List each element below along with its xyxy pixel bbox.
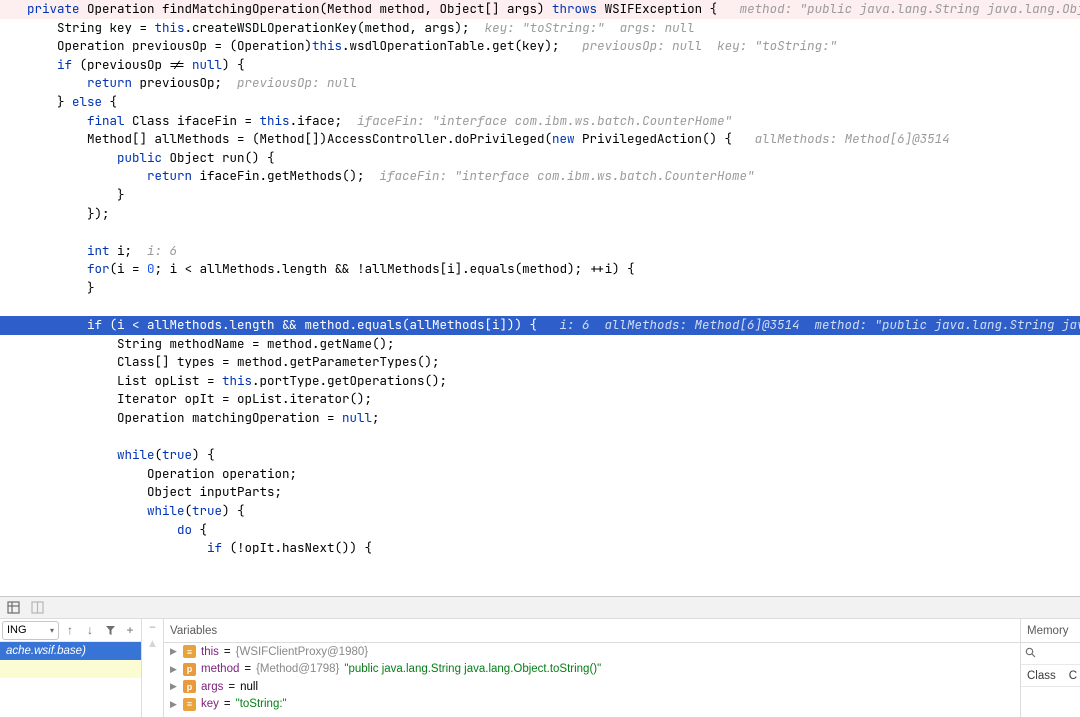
code-line[interactable]: List opList = this.portType.getOperation… [0,372,1080,391]
code-line[interactable]: } [0,279,1080,298]
code-line[interactable]: while(true) { [0,446,1080,465]
expand-arrow-icon[interactable]: ▶ [170,681,178,692]
table-view-icon[interactable] [6,601,20,615]
code-line[interactable]: String key = this.createWSDLOperationKey… [0,19,1080,38]
code-line[interactable]: }); [0,205,1080,224]
code-line[interactable]: while(true) { [0,502,1080,521]
debug-panel: ING ▾ ↑ ↓ + ache.wsif.base) − ▲ Variable… [0,596,1080,717]
code-line[interactable]: } else { [0,93,1080,112]
variable-kind-icon: ≡ [183,698,196,711]
filter-icon[interactable] [101,621,119,640]
code-line[interactable]: if (!opIt.hasNext()) { [0,539,1080,558]
code-line[interactable]: Operation previousOp = (Operation)this.w… [0,37,1080,56]
add-icon[interactable]: + [121,621,139,640]
stack-frame[interactable] [0,660,141,678]
expand-arrow-icon[interactable]: ▶ [170,699,178,710]
memory-search[interactable] [1021,643,1080,665]
variable-row[interactable]: ▶pmethod = {Method@1798} "public java.la… [164,661,1020,679]
expand-arrow-icon[interactable]: ▶ [170,646,178,657]
stack-frame-selected[interactable]: ache.wsif.base) [0,642,141,660]
expand-arrow-icon[interactable]: ▶ [170,664,178,675]
stack-frame-label: ache.wsif.base) [6,645,86,657]
debug-toolbar [0,597,1080,619]
memory-column: Memory Class C [1020,619,1080,717]
variable-type: {WSIFClientProxy@1980} [236,646,368,658]
variable-row[interactable]: ▶pargs = null [164,678,1020,696]
variable-kind-icon: ≡ [183,645,196,658]
memory-header-label: Memory [1027,625,1069,637]
memory-other-header-label: C [1069,670,1080,682]
variable-row[interactable]: ▶≡this = {WSIFClientProxy@1980} [164,643,1020,661]
frames-side-toolbar: − ▲ [142,619,164,717]
variable-value: "toString:" [236,698,287,710]
variable-row[interactable]: ▶≡key = "toString:" [164,696,1020,714]
code-line[interactable]: public Object run() { [0,149,1080,168]
memory-class-header[interactable]: Class C [1021,665,1080,687]
code-line[interactable] [0,298,1080,317]
code-line[interactable]: Operation matchingOperation = null; [0,409,1080,428]
variable-name: key [201,698,219,710]
code-line[interactable]: int i; i: 6 [0,242,1080,261]
code-line[interactable]: return ifaceFin.getMethods(); ifaceFin: … [0,167,1080,186]
code-editor[interactable]: private Operation findMatchingOperation(… [0,0,1080,558]
chevron-down-icon: ▾ [50,626,54,635]
code-line[interactable]: } [0,186,1080,205]
variable-name: method [201,663,239,675]
variable-type: {Method@1798} [256,663,339,675]
variables-header: Variables [164,619,1020,643]
up-arrow-icon[interactable]: ▲ [147,638,158,650]
minus-icon[interactable]: − [149,622,156,634]
code-line[interactable]: if (previousOp != null) { [0,56,1080,75]
variable-value: "public java.lang.String java.lang.Objec… [344,663,601,675]
frame-down-icon[interactable]: ↓ [81,621,99,640]
code-line[interactable]: return previousOp; previousOp: null [0,74,1080,93]
layout-icon[interactable] [30,601,44,615]
code-line[interactable]: Operation operation; [0,465,1080,484]
code-line[interactable]: Class[] types = method.getParameterTypes… [0,353,1080,372]
variable-name: args [201,681,223,693]
code-line[interactable]: Method[] allMethods = (Method[])AccessCo… [0,130,1080,149]
code-line[interactable] [0,223,1080,242]
code-line[interactable] [0,428,1080,447]
code-line[interactable]: final Class ifaceFin = this.iface; iface… [0,112,1080,131]
code-line[interactable]: for(i = 0; i < allMethods.length && !all… [0,260,1080,279]
code-line[interactable]: if (i < allMethods.length && method.equa… [0,316,1080,335]
frames-column: ING ▾ ↑ ↓ + ache.wsif.base) [0,619,142,717]
code-line[interactable]: private Operation findMatchingOperation(… [0,0,1080,19]
frame-up-icon[interactable]: ↑ [61,621,79,640]
code-line[interactable]: do { [0,521,1080,540]
variable-kind-icon: p [183,663,196,676]
variable-kind-icon: p [183,680,196,693]
variables-header-label: Variables [170,625,217,637]
code-line[interactable]: Object inputParts; [0,483,1080,502]
thread-selector[interactable]: ING ▾ [2,621,59,640]
memory-header: Memory [1021,619,1080,643]
code-line[interactable]: String methodName = method.getName(); [0,335,1080,354]
search-icon [1025,647,1036,661]
variable-value: null [240,681,258,693]
variable-name: this [201,646,219,658]
memory-search-input[interactable] [1039,648,1076,660]
thread-selector-label: ING [7,624,27,636]
variables-column: Variables ▶≡this = {WSIFClientProxy@1980… [164,619,1020,717]
memory-class-header-label: Class [1027,670,1056,682]
code-line[interactable]: Iterator opIt = opList.iterator(); [0,390,1080,409]
